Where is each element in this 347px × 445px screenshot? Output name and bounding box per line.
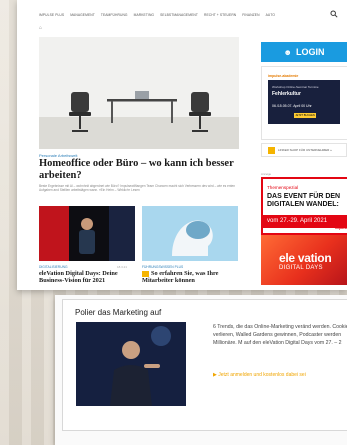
search-icon[interactable] <box>330 10 338 18</box>
login-button[interactable]: ☻ LOGIN <box>261 42 347 62</box>
hero-image[interactable] <box>39 37 239 149</box>
ad-headline: DAS EVENT FÜR DEN DIGITALEN WANDEL: <box>267 193 341 209</box>
nav-item[interactable]: FINANZEN <box>242 13 259 17</box>
nav-item[interactable]: TEAMFÜHRUNG <box>101 13 128 17</box>
ad-date: 06./15.05.07. April 00 Uhr <box>272 104 312 108</box>
nav-item[interactable]: MARKETING <box>134 13 155 17</box>
ad-tag: impulse-akademie <box>268 74 299 78</box>
top-navigation: IMPULSE PLUS MANAGEMENT TEAMFÜHRUNG MARK… <box>39 13 339 17</box>
card-image-brain[interactable] <box>142 206 238 261</box>
card-title[interactable]: eleVation Digital Days: Deine Business-V… <box>39 270 135 285</box>
nav-item[interactable]: SELBSTMANAGEMENT <box>160 13 198 17</box>
home-icon[interactable]: ⌂ <box>39 25 42 31</box>
article-headline[interactable]: Homeoffice oder Büro – wo kann ich besse… <box>39 158 239 182</box>
ad-theme: Themenspezial <box>267 185 299 190</box>
ad-seminar-panel: Workshop Online-Seminar Termine Fehlerku… <box>268 80 340 124</box>
ad-label: Anzeige <box>261 172 272 176</box>
printed-webpage: IMPULSE PLUS MANAGEMENT TEAMFÜHRUNG MARK… <box>17 0 347 290</box>
newsletter-text: 6 Trends, die das Online-Marketing verän… <box>213 324 347 347</box>
ad-seminar[interactable]: impulse-akademie Workshop Online-Seminar… <box>261 66 347 140</box>
card-kicker[interactable]: DIGITALISIERUNG <box>39 265 68 269</box>
login-label: LOGIN <box>295 47 325 57</box>
shop-link-label: LINKER SHOP FÜR UNTERNEHMER » <box>278 148 332 152</box>
ad-book-button[interactable]: JETZT BUCHEN <box>294 113 316 118</box>
speaker-image[interactable] <box>76 322 186 406</box>
elevation-logo: ele vation <box>279 251 332 265</box>
shop-icon <box>268 146 275 154</box>
nav-item[interactable]: MANAGEMENT <box>70 13 95 17</box>
nav-item[interactable]: IMPULSE PLUS <box>39 13 64 17</box>
printed-newsletter: Polier das Marketing auf 6 Trends, die d… <box>55 295 347 445</box>
card-title[interactable]: So erfahren Sie, was Ihre Mitarbeiter kö… <box>142 270 238 285</box>
ad-line: Workshop Online-Seminar Termine <box>272 85 319 89</box>
ad-title: Fehlerkultur <box>272 91 301 97</box>
shop-link[interactable]: LINKER SHOP FÜR UNTERNEHMER » <box>261 143 347 157</box>
elevation-banner[interactable]: ele vation DIGITAL DAYS <box>261 235 347 285</box>
arrow-icon: ▶ <box>213 372 217 378</box>
card-image-speaker[interactable] <box>39 206 135 261</box>
user-icon: ☻ <box>283 47 292 57</box>
card-kicker[interactable]: FÜHRUNGSWISSEN PLUS <box>142 265 183 269</box>
cta-label: Jetzt anmelden und kostenlos dabei sei <box>218 372 306 378</box>
elevation-subtitle: DIGITAL DAYS <box>279 265 323 271</box>
nav-item[interactable]: RECHT + STEUERN <box>204 13 236 17</box>
ad-event[interactable]: Anzeige Themenspezial DAS EVENT FÜR DEN … <box>261 172 347 285</box>
newsletter-title: Polier das Marketing auf <box>75 308 162 317</box>
nav-item[interactable]: AUTO <box>266 13 276 17</box>
card-date: 18.3.21 <box>117 265 128 269</box>
newsletter-cta[interactable]: ▶ Jetzt anmelden und kostenlos dabei sei <box>213 372 347 378</box>
impulse-logo: impulse <box>334 226 347 230</box>
plus-badge-icon <box>142 271 149 277</box>
article-teaser: Beste Ergebnisse mit Al – wohnhnit abger… <box>39 184 236 193</box>
